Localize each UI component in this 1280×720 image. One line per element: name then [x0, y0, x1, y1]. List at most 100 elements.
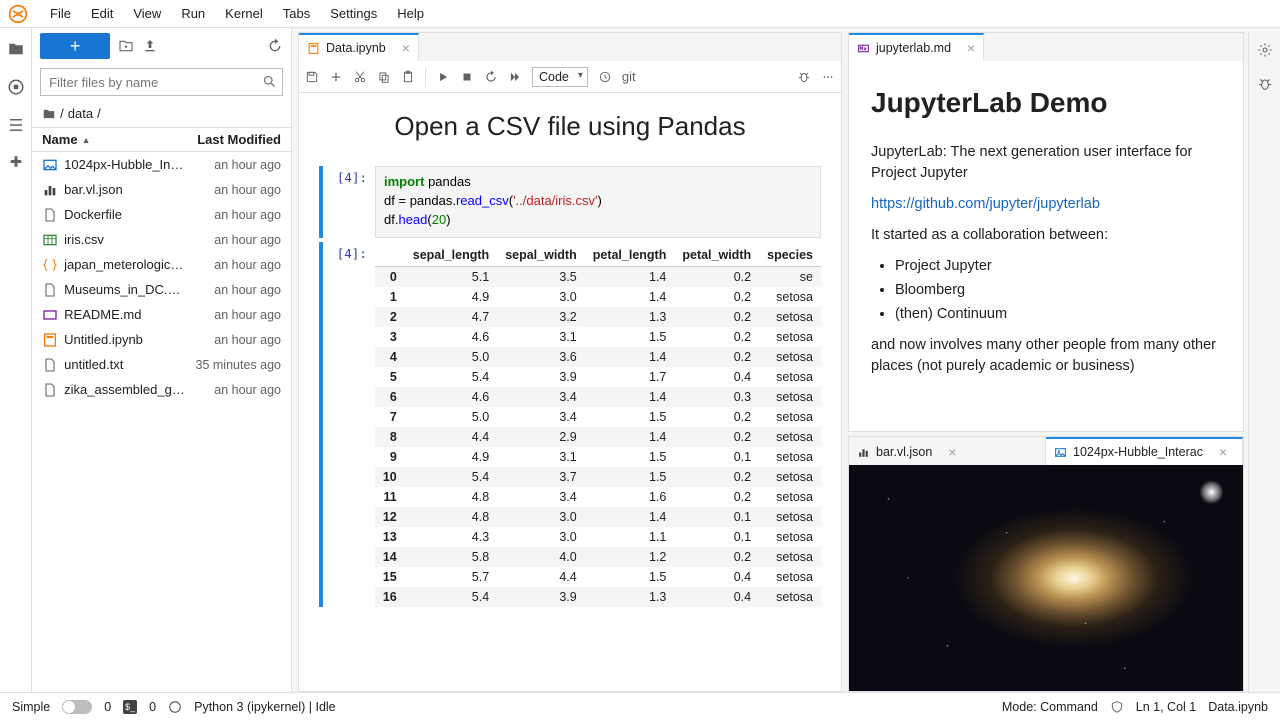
- file-item[interactable]: untitled.txt35 minutes ago: [32, 352, 291, 377]
- md-paragraph: and now involves many other people from …: [871, 335, 1221, 377]
- restart-icon[interactable]: [484, 70, 498, 84]
- debugger-icon[interactable]: [1257, 76, 1273, 92]
- file-icon: [42, 282, 58, 298]
- menu-view[interactable]: View: [123, 2, 171, 25]
- paste-icon[interactable]: [401, 70, 415, 84]
- mode-indicator[interactable]: Mode: Command: [1002, 700, 1098, 714]
- stop-icon[interactable]: [460, 70, 474, 84]
- file-item[interactable]: zika_assembled_g…an hour ago: [32, 377, 291, 402]
- file-item[interactable]: iris.csvan hour ago: [32, 227, 291, 252]
- extensions-icon[interactable]: [7, 154, 25, 172]
- kernel-status[interactable]: Python 3 (ipykernel) | Idle: [194, 700, 336, 714]
- file-item[interactable]: Dockerfilean hour ago: [32, 202, 291, 227]
- menu-run[interactable]: Run: [171, 2, 215, 25]
- file-filter: [40, 68, 283, 96]
- file-name: 1024px-Hubble_In…: [64, 157, 214, 172]
- folder-icon[interactable]: [7, 40, 25, 58]
- image-tabbar: bar.vl.json × 1024px-Hubble_Interac ×: [849, 437, 1243, 465]
- file-item[interactable]: japan_meterologic…an hour ago: [32, 252, 291, 277]
- notebook-body[interactable]: Open a CSV file using Pandas [4]: import…: [299, 93, 841, 691]
- markdown-body[interactable]: JupyterLab Demo JupyterLab: The next gen…: [849, 61, 1243, 399]
- nb-icon: [42, 332, 58, 348]
- file-name: Museums_in_DC.…: [64, 282, 214, 297]
- file-name: zika_assembled_g…: [64, 382, 214, 397]
- close-icon[interactable]: ×: [948, 444, 956, 460]
- file-item[interactable]: 1024px-Hubble_In…an hour ago: [32, 152, 291, 177]
- tab-label: bar.vl.json: [876, 445, 932, 459]
- terminals-count[interactable]: 0: [104, 700, 111, 714]
- menu-kernel[interactable]: Kernel: [215, 2, 273, 25]
- run-icon[interactable]: [436, 70, 450, 84]
- tab-jupyterlab-md[interactable]: jupyterlab.md ×: [849, 33, 984, 61]
- folder-icon: [42, 107, 56, 121]
- clock-icon[interactable]: [598, 70, 612, 84]
- breadcrumb-folder[interactable]: data: [68, 106, 93, 121]
- close-icon[interactable]: ×: [1219, 444, 1227, 460]
- new-launcher-button[interactable]: +: [40, 33, 110, 59]
- file-modified: 35 minutes ago: [196, 358, 281, 372]
- menu-tabs[interactable]: Tabs: [273, 2, 320, 25]
- active-file[interactable]: Data.ipynb: [1208, 700, 1268, 714]
- filebrowser-header[interactable]: Name ▲ Last Modified: [32, 127, 291, 152]
- bug-icon[interactable]: [797, 70, 811, 84]
- file-name: Dockerfile: [64, 207, 214, 222]
- kernels-count[interactable]: 0: [149, 700, 156, 714]
- menubar: FileEditViewRunKernelTabsSettingsHelp: [0, 0, 1280, 28]
- ellipsis-icon[interactable]: [821, 70, 835, 84]
- file-item[interactable]: Untitled.ipynban hour ago: [32, 327, 291, 352]
- toc-icon[interactable]: [7, 116, 25, 134]
- image-icon: [1054, 446, 1067, 459]
- code-input[interactable]: import pandas df = pandas.read_csv('../d…: [375, 166, 821, 238]
- close-icon[interactable]: ×: [967, 40, 975, 56]
- file-modified: an hour ago: [214, 208, 281, 222]
- right-sidebar: [1248, 32, 1280, 692]
- tab-bar-vl-json[interactable]: bar.vl.json ×: [849, 437, 1046, 465]
- git-label[interactable]: git: [622, 69, 636, 84]
- filter-input[interactable]: [40, 68, 283, 96]
- md-link[interactable]: https://github.com/jupyter/jupyterlab: [871, 196, 1100, 212]
- cut-icon[interactable]: [353, 70, 367, 84]
- property-inspector-icon[interactable]: [1257, 42, 1273, 58]
- menu-settings[interactable]: Settings: [320, 2, 387, 25]
- file-icon: [42, 357, 58, 373]
- menu-help[interactable]: Help: [387, 2, 434, 25]
- file-item[interactable]: README.mdan hour ago: [32, 302, 291, 327]
- terminal-icon: $_: [123, 700, 137, 714]
- code-cell[interactable]: [4]: import pandas df = pandas.read_csv(…: [319, 166, 821, 238]
- markdown-panel: jupyterlab.md × JupyterLab Demo JupyterL…: [848, 32, 1244, 432]
- file-modified: an hour ago: [214, 258, 281, 272]
- notebook-tabbar: Data.ipynb ×: [299, 33, 841, 61]
- run-all-icon[interactable]: [508, 70, 522, 84]
- file-modified: an hour ago: [214, 158, 281, 172]
- tab-label: jupyterlab.md: [876, 41, 951, 55]
- copy-icon[interactable]: [377, 70, 391, 84]
- col-modified[interactable]: Last Modified: [197, 132, 281, 147]
- breadcrumb[interactable]: / data /: [32, 100, 291, 127]
- file-modified: an hour ago: [214, 383, 281, 397]
- menu-edit[interactable]: Edit: [81, 2, 123, 25]
- vega-icon: [857, 446, 870, 459]
- notebook-toolbar: Code git: [299, 61, 841, 93]
- file-item[interactable]: bar.vl.jsonan hour ago: [32, 177, 291, 202]
- running-icon[interactable]: [7, 78, 25, 96]
- tab-data-ipynb[interactable]: Data.ipynb ×: [299, 33, 419, 61]
- simple-label: Simple: [12, 700, 50, 714]
- save-icon[interactable]: [305, 70, 319, 84]
- main-dock-panel: Data.ipynb × Code git: [292, 28, 1280, 692]
- celltype-select[interactable]: Code: [532, 67, 588, 87]
- tab-hubble-image[interactable]: 1024px-Hubble_Interac ×: [1046, 437, 1243, 465]
- file-name: japan_meterologic…: [64, 257, 214, 272]
- simple-toggle[interactable]: [62, 700, 92, 714]
- menu-file[interactable]: File: [40, 2, 81, 25]
- notebook-panel: Data.ipynb × Code git: [298, 32, 842, 692]
- refresh-icon[interactable]: [267, 38, 283, 54]
- file-browser: + / data / Name ▲ Last Modified 1024px-H…: [32, 28, 292, 692]
- trust-icon[interactable]: [1110, 700, 1124, 714]
- add-cell-icon[interactable]: [329, 70, 343, 84]
- upload-icon[interactable]: [142, 38, 158, 54]
- new-folder-icon[interactable]: [118, 38, 134, 54]
- col-name[interactable]: Name: [42, 132, 77, 147]
- close-icon[interactable]: ×: [402, 40, 410, 56]
- file-item[interactable]: Museums_in_DC.…an hour ago: [32, 277, 291, 302]
- cursor-position[interactable]: Ln 1, Col 1: [1136, 700, 1196, 714]
